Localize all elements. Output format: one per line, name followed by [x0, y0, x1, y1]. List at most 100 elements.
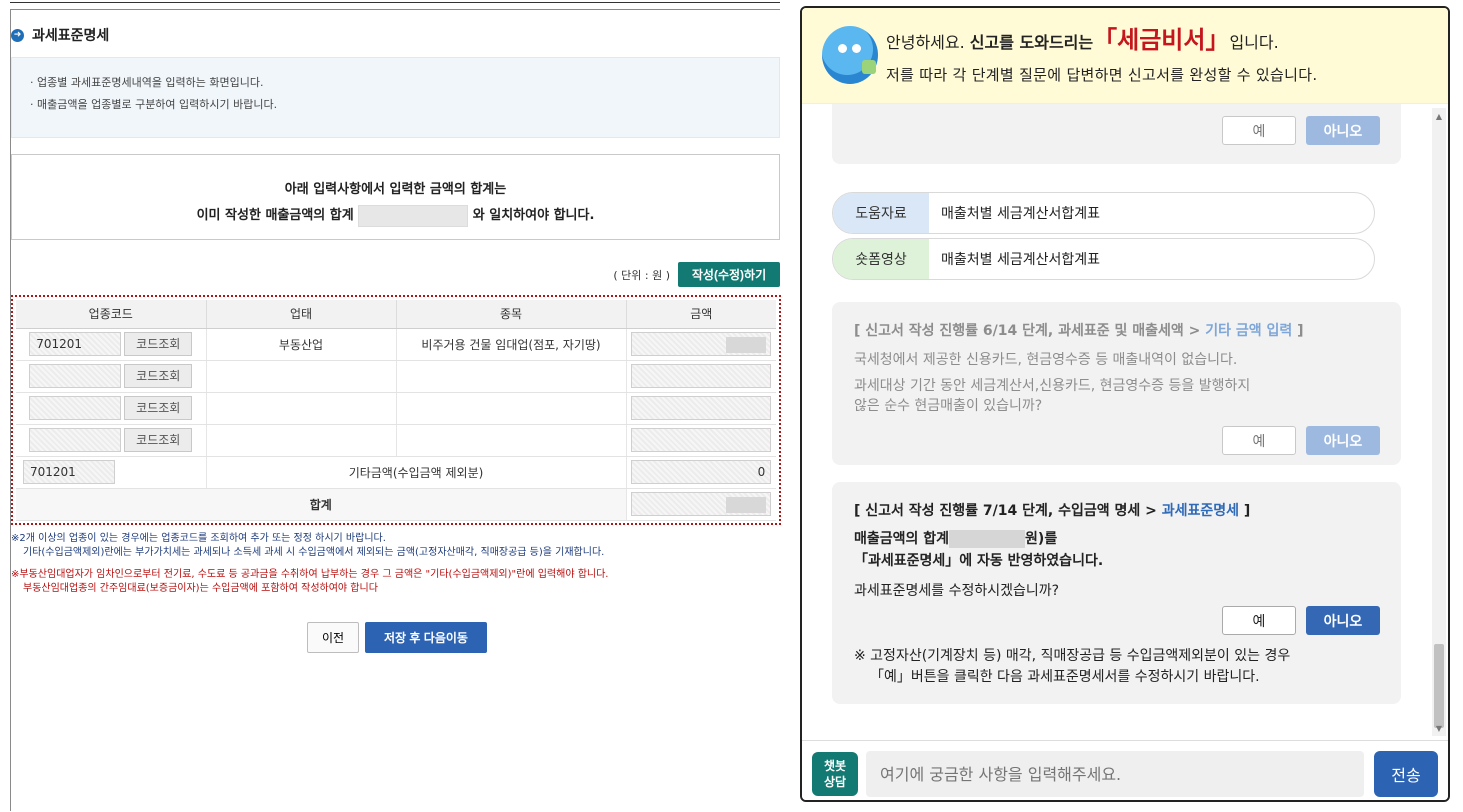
col-business-code: 업종코드	[16, 300, 207, 329]
step7-yes-no: 예 아니오	[1222, 606, 1380, 635]
chat-input-bar: 챗봇 상담 전송	[802, 740, 1448, 800]
greeting-text-a: 안녕하세요.	[886, 33, 970, 52]
other-amount-label: 기타금액(수입금액 제외분)	[206, 456, 627, 489]
note-1a: ※2개 이상의 업종이 있는 경우에는 업종코드를 조회하여 추가 또는 정정 …	[11, 532, 781, 546]
chatbot-consult-button[interactable]: 챗봇 상담	[812, 752, 858, 796]
amount-input[interactable]	[631, 428, 772, 452]
help-material-link[interactable]: 도움자료 매출처별 세금계산서합계표	[832, 192, 1375, 234]
video-text: 매출처별 세금계산서합계표	[941, 252, 1101, 268]
send-button[interactable]: 전송	[1374, 751, 1438, 797]
previous-question-card: 예 아니오	[832, 104, 1401, 164]
step7-title-a: [ 신고서 작성 진행률 7/14 단계, 수입금액 명세 >	[854, 503, 1162, 519]
total-label: 합계	[16, 488, 627, 521]
step6-title-highlight: 기타 금액 입력	[1205, 323, 1293, 339]
tax-base-form: ➜ 과세표준명세 · 업종별 과세표준명세내역을 입력하는 화면입니다. · 매…	[10, 9, 781, 811]
save-next-button[interactable]: 저장 후 다음이동	[365, 622, 487, 653]
form-nav: 이전 저장 후 다음이동	[307, 622, 487, 653]
step6-text-1: 국세청에서 제공한 신용카드, 현금영수증 등 매출내역이 없습니다.	[854, 352, 1238, 368]
table-header-row: 업종코드 업태 종목 금액	[16, 300, 776, 329]
info-text-1: 업종별 과세표준명세내역을 입력하는 화면입니다.	[37, 76, 264, 89]
step6-title-c: ]	[1292, 323, 1304, 339]
table-row: 코드조회	[16, 392, 776, 425]
step6-text-2b: 않은 순수 현금매출이 있습니까?	[854, 398, 1043, 414]
total-row: 합계	[16, 488, 776, 521]
code-input[interactable]	[29, 364, 122, 388]
scroll-down-arrow-icon[interactable]: ▼	[1436, 724, 1442, 733]
col-business-item: 종목	[396, 300, 627, 329]
code-lookup-button[interactable]: 코드조회	[124, 396, 193, 420]
step7-title: [ 신고서 작성 진행률 7/14 단계, 수입금액 명세 > 과세표준명세 ]	[854, 500, 1379, 520]
note-1a-text: 2개 이상의 업종이 있는 경우에는 업종코드를 조회하여 추가 또는 정정 하…	[19, 533, 386, 544]
info-box: · 업종별 과세표준명세내역을 입력하는 화면입니다. · 매출금액을 업종별로…	[11, 57, 780, 138]
edit-button[interactable]: 작성(수정)하기	[678, 262, 780, 287]
note-2a: ※부동산임대업자가 임차인으로부터 전기료, 수도료 등 공과금을 수취하여 납…	[11, 568, 781, 582]
code-lookup-button[interactable]: 코드조회	[124, 428, 193, 452]
info-text-2: 매출금액을 업종별로 구분하여 입력하시기 바랍니다.	[37, 98, 278, 111]
step6-yes-no: 예 아니오	[1222, 426, 1380, 455]
info-line-1: · 업종별 과세표준명세내역을 입력하는 화면입니다.	[30, 76, 264, 89]
no-button[interactable]: 아니오	[1306, 116, 1380, 145]
col-amount: 금액	[626, 300, 776, 329]
no-button[interactable]: 아니오	[1306, 606, 1380, 635]
code-input[interactable]	[29, 396, 122, 420]
other-amount-input[interactable]: 0	[631, 460, 772, 484]
step7-text-2: 「과세표준명세」에 자동 반영하였습니다.	[854, 553, 1104, 569]
masked-amount	[726, 337, 767, 353]
note-group-1: ※2개 이상의 업종이 있는 경우에는 업종코드를 조회하여 추가 또는 정정 …	[11, 532, 781, 560]
amount-input[interactable]	[631, 332, 772, 356]
no-button[interactable]: 아니오	[1306, 426, 1380, 455]
table-row: 코드조회	[16, 424, 776, 457]
brand-name: 「세금비서」	[1093, 26, 1230, 54]
yes-button[interactable]: 예	[1222, 116, 1296, 145]
total-amount	[631, 492, 772, 516]
step7-text-1: 매출금액의 합계 원)를	[854, 528, 1379, 548]
other-amount-row: 701201 기타금액(수입금액 제외분) 0	[16, 456, 776, 489]
step7-title-c: ]	[1239, 503, 1251, 519]
step7-title-highlight: 과세표준명세	[1161, 503, 1240, 519]
note-1b: 기타(수입금액제외)란에는 부가가치세는 과세되나 소득세 과세 시 수입금액에…	[23, 547, 605, 558]
short-video-link[interactable]: 숏폼영상 매출처별 세금계산서합계표	[832, 238, 1375, 280]
scroll-thumb[interactable]	[1434, 644, 1444, 728]
col-business-type: 업태	[206, 300, 397, 329]
table-row: 코드조회	[16, 360, 776, 393]
business-type-cell: 부동산업	[206, 328, 397, 361]
yes-button[interactable]: 예	[1222, 426, 1296, 455]
step7-text-1a: 매출금액의 합계	[854, 531, 950, 547]
info-line-2: · 매출금액을 업종별로 구분하여 입력하시기 바랍니다.	[30, 98, 278, 111]
tax-base-table-wrapper: 업종코드 업태 종목 금액 701201 코드조회 부동산업 비주거용 건물 임대…	[11, 295, 781, 525]
chat-header: 안녕하세요. 신고를 도와드리는「세금비서」입니다. 저를 따라 각 단계별 질…	[802, 8, 1448, 104]
step7-note-2: 「예」버튼을 클릭한 다음 과세표준명세서를 수정하시기 바랍니다.	[870, 669, 1260, 685]
business-type-cell	[206, 424, 397, 457]
business-item-cell: 비주거용 건물 임대업(점포, 자기땅)	[396, 328, 627, 361]
notice-line-2: 이미 작성한 매출금액의 합계 와 일치하여야 합니다.	[12, 203, 779, 229]
table-row: 701201 코드조회 부동산업 비주거용 건물 임대업(점포, 자기땅)	[16, 328, 776, 361]
amount-input[interactable]	[631, 364, 772, 388]
code-input[interactable]: 701201	[29, 332, 122, 356]
notice-text-b: 와 일치하여야 합니다.	[472, 208, 595, 223]
step7-note: ※ 고정자산(기계장치 등) 매각, 직매장공급 등 수입금액제외분이 있는 경…	[854, 646, 1290, 688]
note-group-2: ※부동산임대업자가 임차인으로부터 전기료, 수도료 등 공과금을 수취하여 납…	[11, 568, 781, 596]
code-lookup-button[interactable]: 코드조회	[124, 364, 193, 388]
mascot-icon	[822, 26, 878, 84]
help-text: 매출처별 세금계산서합계표	[941, 206, 1101, 222]
yes-no-group: 예 아니오	[1222, 116, 1380, 145]
masked-sales-total	[949, 530, 1026, 548]
code-input[interactable]	[29, 428, 122, 452]
business-item-cell	[396, 392, 627, 425]
greeting-text-b: 신고를 도와드리는	[969, 33, 1094, 52]
step7-text-3: 과세표준명세를 수정하시겠습니까?	[854, 583, 1060, 599]
code-lookup-button[interactable]: 코드조회	[124, 332, 193, 356]
prev-button[interactable]: 이전	[307, 622, 359, 653]
chat-body[interactable]: 예 아니오 도움자료 매출처별 세금계산서합계표 숏폼영상 매출처별 세금계산서…	[802, 104, 1448, 740]
other-code-input[interactable]: 701201	[23, 460, 115, 484]
masked-total	[726, 497, 767, 513]
top-divider	[10, 2, 780, 3]
note-2a-text: 부동산임대업자가 임차인으로부터 전기료, 수도료 등 공과금을 수취하여 납부…	[19, 569, 609, 580]
video-tag: 숏폼영상	[833, 239, 929, 279]
yes-button[interactable]: 예	[1222, 606, 1296, 635]
scroll-up-arrow-icon[interactable]: ▲	[1436, 112, 1442, 121]
business-type-cell	[206, 392, 397, 425]
message-input[interactable]	[866, 751, 1364, 797]
chat-scrollbar[interactable]	[1432, 108, 1446, 736]
amount-input[interactable]	[631, 396, 772, 420]
